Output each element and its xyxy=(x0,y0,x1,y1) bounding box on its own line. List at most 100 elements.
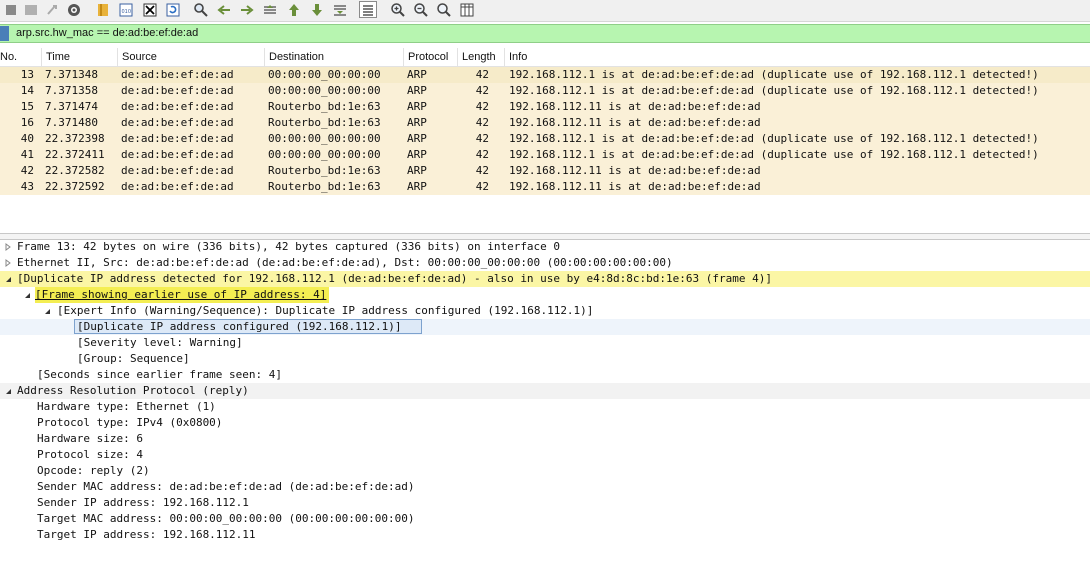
column-header-source[interactable]: Source xyxy=(117,48,264,66)
tree-item-label: Sender MAC address: de:ad:be:ef:de:ad (d… xyxy=(37,480,415,493)
tree-item-opcode[interactable]: Opcode: reply (2) xyxy=(0,463,1090,479)
tree-item-label: [Expert Info (Warning/Sequence): Duplica… xyxy=(57,304,594,317)
expand-arrow-icon[interactable] xyxy=(4,259,12,267)
packet-row[interactable]: 40 22.372398 de:ad:be:ef:de:ad 00:00:00_00:… xyxy=(0,131,1090,147)
save-file-icon[interactable]: 010 xyxy=(117,1,135,18)
tree-item-label: Target MAC address: 00:00:00_00:00:00 (0… xyxy=(37,512,415,525)
last-packet-icon[interactable] xyxy=(308,1,326,18)
autoscroll-icon[interactable] xyxy=(331,1,349,18)
first-packet-icon[interactable] xyxy=(285,1,303,18)
tree-item-label: Hardware type: Ethernet (1) xyxy=(37,400,216,413)
packet-cell-protocol: ARP xyxy=(407,180,427,193)
tree-item-label: Frame 13: 42 bytes on wire (336 bits), 4… xyxy=(17,240,561,253)
packet-cell-length: 42 xyxy=(475,68,489,81)
packet-row[interactable]: 16 7.371480 de:ad:be:ef:de:ad Routerbo_bd:1… xyxy=(0,115,1090,131)
find-packet-icon[interactable] xyxy=(192,1,210,18)
bookmark-icon[interactable] xyxy=(0,26,9,41)
tree-item-severity[interactable]: [Severity level: Warning] xyxy=(0,335,1090,351)
packet-cell-no: 15 xyxy=(20,100,34,113)
tree-item-label: Hardware size: 6 xyxy=(37,432,143,445)
zoom-out-icon[interactable] xyxy=(412,1,430,18)
tree-item-protocol-size[interactable]: Protocol size: 4 xyxy=(0,447,1090,463)
collapse-arrow-icon[interactable] xyxy=(43,307,51,315)
packet-row[interactable]: 43 22.372592 de:ad:be:ef:de:ad Routerbo_bd:… xyxy=(0,179,1090,195)
tree-item-target-mac[interactable]: Target MAC address: 00:00:00_00:00:00 (0… xyxy=(0,511,1090,527)
packet-cell-length: 42 xyxy=(475,164,489,177)
packet-cell-time: 7.371480 xyxy=(45,116,98,129)
tree-item-duplicate-ip-warning[interactable]: [Duplicate IP address detected for 192.1… xyxy=(0,271,1090,287)
column-header-no[interactable]: No. xyxy=(0,48,41,66)
tree-item-target-ip[interactable]: Target IP address: 192.168.112.11 xyxy=(0,527,1090,543)
tree-item-arp[interactable]: Address Resolution Protocol (reply) xyxy=(0,383,1090,399)
display-filter-bar[interactable]: arp.src.hw_mac == de:ad:be:ef:de:ad xyxy=(0,24,1090,43)
packet-cell-time: 22.372411 xyxy=(45,148,105,161)
go-to-packet-icon[interactable] xyxy=(261,1,279,18)
tree-item-sender-ip[interactable]: Sender IP address: 192.168.112.1 xyxy=(0,495,1090,511)
tree-item-label: Address Resolution Protocol (reply) xyxy=(17,384,249,397)
colorize-icon[interactable] xyxy=(359,1,377,18)
tree-item-ethernet[interactable]: Ethernet II, Src: de:ad:be:ef:de:ad (de:… xyxy=(0,255,1090,271)
packet-cell-time: 22.372398 xyxy=(45,132,105,145)
tree-item-hardware-size[interactable]: Hardware size: 6 xyxy=(0,431,1090,447)
packet-cell-no: 13 xyxy=(20,68,34,81)
reload-file-icon[interactable] xyxy=(164,1,182,18)
packet-row[interactable]: 15 7.371474 de:ad:be:ef:de:ad Routerbo_bd:1… xyxy=(0,99,1090,115)
packet-cell-time: 22.372582 xyxy=(45,164,105,177)
packet-cell-length: 42 xyxy=(475,132,489,145)
packet-cell-protocol: ARP xyxy=(407,84,427,97)
tree-item-earlier-frame[interactable]: [Frame showing earlier use of IP address… xyxy=(0,287,1090,303)
normal-size-icon[interactable] xyxy=(435,1,453,18)
display-filter-input[interactable]: arp.src.hw_mac == de:ad:be:ef:de:ad xyxy=(16,27,198,39)
tree-item-label: Protocol size: 4 xyxy=(37,448,143,461)
column-header-length[interactable]: Length xyxy=(457,48,504,66)
collapse-arrow-icon[interactable] xyxy=(4,275,12,283)
collapse-arrow-icon[interactable] xyxy=(23,291,31,299)
packet-list-header: No. Time Source Destination Protocol Len… xyxy=(0,48,1090,67)
packet-row[interactable]: 14 7.371358 de:ad:be:ef:de:ad 00:00:00_00:0… xyxy=(0,83,1090,99)
tree-item-protocol-type[interactable]: Protocol type: IPv4 (0x0800) xyxy=(0,415,1090,431)
main-toolbar: 010 xyxy=(0,0,1090,22)
packet-cell-destination: Routerbo_bd:1e:63 xyxy=(268,180,381,193)
open-file-icon[interactable] xyxy=(94,1,112,18)
packet-cell-destination: 00:00:00_00:00:00 xyxy=(268,84,381,97)
packet-cell-source: de:ad:be:ef:de:ad xyxy=(121,84,234,97)
go-forward-icon[interactable] xyxy=(238,1,256,18)
tree-item-label: [Severity level: Warning] xyxy=(77,336,243,349)
packet-cell-protocol: ARP xyxy=(407,132,427,145)
packet-cell-source: de:ad:be:ef:de:ad xyxy=(121,164,234,177)
column-header-time[interactable]: Time xyxy=(41,48,117,66)
collapse-arrow-icon[interactable] xyxy=(4,387,12,395)
packet-cell-source: de:ad:be:ef:de:ad xyxy=(121,100,234,113)
tree-item-label: Ethernet II, Src: de:ad:be:ef:de:ad (de:… xyxy=(17,256,673,269)
packet-cell-no: 16 xyxy=(20,116,34,129)
column-header-destination[interactable]: Destination xyxy=(264,48,403,66)
tree-item-sender-mac[interactable]: Sender MAC address: de:ad:be:ef:de:ad (d… xyxy=(0,479,1090,495)
packet-row[interactable]: 42 22.372582 de:ad:be:ef:de:ad Routerbo_bd:… xyxy=(0,163,1090,179)
packet-cell-time: 7.371348 xyxy=(45,68,98,81)
restart-alt-icon[interactable] xyxy=(43,1,61,18)
tree-item-hardware-type[interactable]: Hardware type: Ethernet (1) xyxy=(0,399,1090,415)
column-header-protocol[interactable]: Protocol xyxy=(403,48,457,66)
capture-options-icon[interactable] xyxy=(65,1,83,18)
tree-item-link-label[interactable]: [Frame showing earlier use of IP address… xyxy=(35,287,330,303)
expand-arrow-icon[interactable] xyxy=(4,243,12,251)
zoom-in-icon[interactable] xyxy=(389,1,407,18)
tree-item-frame[interactable]: Frame 13: 42 bytes on wire (336 bits), 4… xyxy=(0,239,1090,255)
packet-cell-no: 43 xyxy=(20,180,34,193)
packet-cell-protocol: ARP xyxy=(407,164,427,177)
tree-item-seconds-since[interactable]: [Seconds since earlier frame seen: 4] xyxy=(0,367,1090,383)
restart-capture-icon[interactable] xyxy=(22,1,40,18)
stop-capture-icon[interactable] xyxy=(2,1,20,18)
tree-item-duplicate-configured[interactable]: [Duplicate IP address configured (192.16… xyxy=(0,319,1090,335)
column-header-info[interactable]: Info xyxy=(504,48,1090,66)
close-file-icon[interactable] xyxy=(141,1,159,18)
go-back-icon[interactable] xyxy=(215,1,233,18)
packet-cell-source: de:ad:be:ef:de:ad xyxy=(121,180,234,193)
tree-item-group[interactable]: [Group: Sequence] xyxy=(0,351,1090,367)
svg-text:010: 010 xyxy=(122,9,132,15)
packet-cell-time: 7.371474 xyxy=(45,100,98,113)
resize-columns-icon[interactable] xyxy=(458,1,476,18)
packet-row[interactable]: 41 22.372411 de:ad:be:ef:de:ad 00:00:00_00:… xyxy=(0,147,1090,163)
tree-item-expert-info[interactable]: [Expert Info (Warning/Sequence): Duplica… xyxy=(0,303,1090,319)
packet-row[interactable]: 13 7.371348 de:ad:be:ef:de:ad 00:00:00_00:0… xyxy=(0,67,1090,83)
